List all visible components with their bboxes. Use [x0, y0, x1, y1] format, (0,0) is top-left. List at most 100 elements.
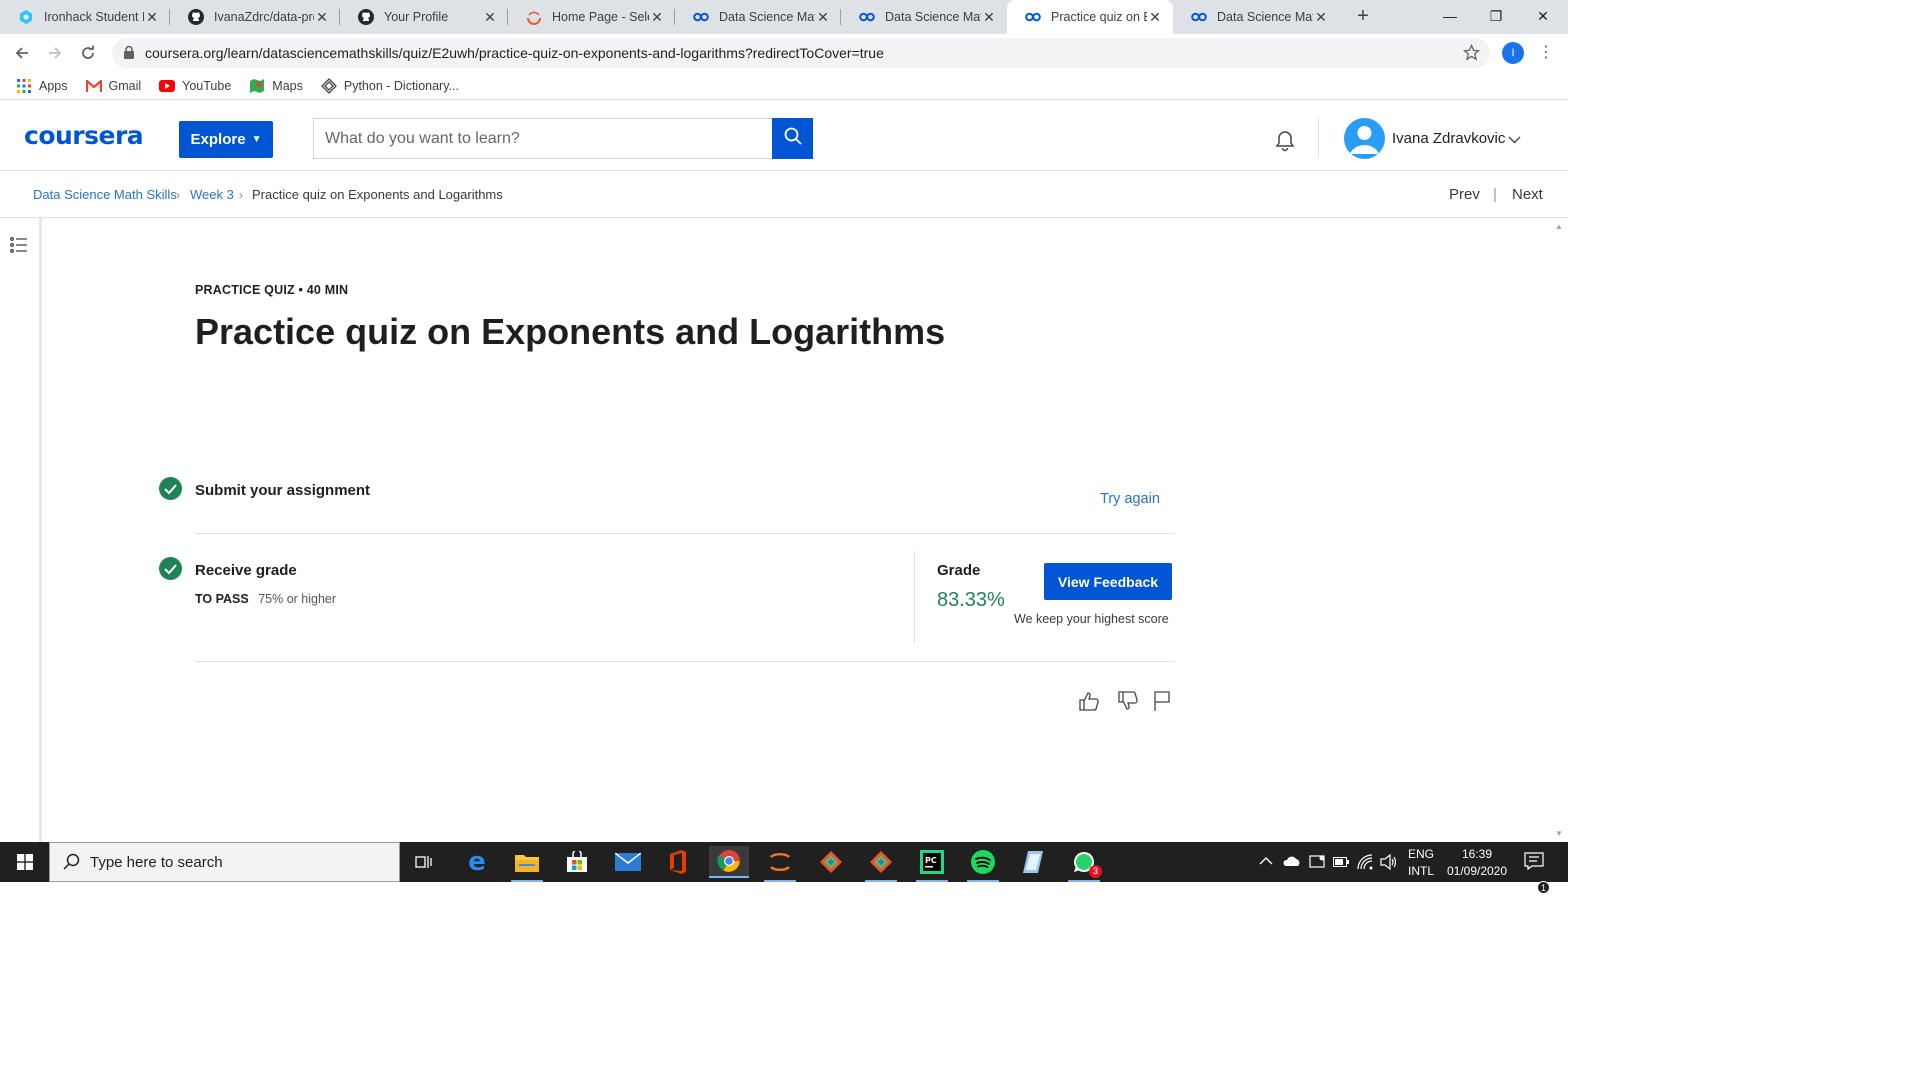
wifi-icon[interactable] [1357, 854, 1373, 894]
bookmark-maps[interactable]: Maps [249, 78, 303, 94]
browser-toolbar: coursera.org/learn/datasciencemathskills… [0, 34, 1568, 72]
language-line2: INTL [1408, 864, 1435, 878]
whatsapp-icon[interactable]: 3 [1064, 846, 1104, 882]
chevron-up-icon[interactable] [1259, 855, 1273, 895]
breadcrumb-course[interactable]: Data Science Math Skills [33, 187, 177, 202]
back-icon[interactable] [9, 40, 35, 66]
close-tab-icon[interactable]: ✕ [482, 9, 498, 26]
bookmark-gmail[interactable]: Gmail [85, 78, 141, 94]
notifications-bell-icon[interactable] [1272, 127, 1298, 158]
search-icon [784, 127, 802, 150]
close-tab-icon[interactable]: ✕ [1313, 9, 1329, 26]
browser-tab[interactable]: Ironhack Student P ✕ [0, 0, 170, 34]
close-tab-icon[interactable]: ✕ [1147, 9, 1163, 26]
search-button[interactable] [772, 118, 813, 159]
clock-date: 01/09/2020 [1446, 864, 1508, 878]
clock[interactable]: 16:39 01/09/2020 [1444, 846, 1510, 886]
to-pass-label: TO PASS [195, 592, 249, 606]
edge-icon[interactable]: e [457, 846, 497, 878]
browser-tab[interactable]: Home Page - Selen ✕ [508, 0, 675, 34]
mail-icon[interactable] [608, 846, 648, 878]
new-tab-button[interactable]: + [1352, 5, 1374, 27]
bookmark-youtube[interactable]: YouTube [159, 78, 231, 94]
battery-icon[interactable] [1333, 856, 1349, 896]
close-tab-icon[interactable]: ✕ [815, 9, 831, 26]
action-center-icon[interactable]: 1 [1524, 851, 1550, 894]
browser-tab[interactable]: Data Science Math ✕ [841, 0, 1007, 34]
windows-start-icon[interactable] [0, 842, 49, 882]
browser-tab-active[interactable]: Practice quiz on Ex ✕ [1007, 0, 1173, 34]
volume-icon[interactable] [1380, 853, 1398, 894]
notepad-icon[interactable] [1013, 846, 1053, 878]
search-icon [63, 853, 81, 876]
url-text: coursera.org/learn/datasciencemathskills… [145, 45, 884, 61]
bookmark-apps[interactable]: Apps [16, 78, 68, 94]
browser-tab[interactable]: Your Profile ✕ [340, 0, 508, 34]
user-name[interactable]: Ivana Zdravkovic [1392, 130, 1505, 147]
minimize-icon[interactable]: — [1427, 0, 1473, 34]
maps-icon [249, 78, 265, 94]
restore-icon[interactable]: ❐ [1473, 0, 1519, 34]
page-title: Practice quiz on Exponents and Logarithm… [195, 311, 946, 352]
spotify-icon[interactable] [963, 846, 1003, 882]
taskbar-search-input[interactable]: Type here to search [49, 842, 400, 882]
jupyter-icon[interactable] [760, 846, 800, 882]
file-explorer-icon[interactable] [507, 846, 547, 882]
course-outline-menu-icon[interactable] [10, 236, 28, 259]
prev-link[interactable]: Prev [1449, 186, 1480, 203]
page-scrollbar[interactable]: ▲ ▼ [1551, 218, 1568, 842]
tab-title: Home Page - Selen [552, 10, 649, 24]
task-view-icon[interactable] [404, 846, 444, 878]
tab-title: Practice quiz on Ex [1051, 10, 1147, 24]
office-icon[interactable] [658, 846, 698, 878]
close-tab-icon[interactable]: ✕ [649, 9, 665, 26]
pycharm-icon[interactable]: PC [912, 846, 952, 882]
close-tab-icon[interactable]: ✕ [144, 9, 160, 26]
thumbs-down-icon[interactable] [1117, 690, 1139, 717]
github-icon [188, 9, 204, 25]
search-input[interactable]: What do you want to learn? [313, 118, 773, 159]
bookmark-label: YouTube [182, 78, 232, 93]
close-window-icon[interactable]: ✕ [1520, 0, 1566, 34]
view-feedback-button[interactable]: View Feedback [1044, 563, 1172, 600]
browser-tab[interactable]: IvanaZdrc/data-pro ✕ [170, 0, 340, 34]
bookmark-star-icon[interactable] [1462, 43, 1481, 66]
explore-button[interactable]: Explore ▼ [179, 121, 273, 158]
next-link[interactable]: Next [1512, 186, 1543, 203]
browser-tab[interactable]: Data Science Math ✕ [675, 0, 841, 34]
forward-icon[interactable] [42, 40, 68, 66]
browser-tab[interactable]: Data Science Math ✕ [1173, 0, 1339, 34]
flag-icon[interactable] [1153, 690, 1171, 717]
thumbs-up-icon[interactable] [1078, 690, 1100, 717]
submit-step-title: Submit your assignment [195, 482, 371, 499]
git-icon[interactable] [861, 846, 901, 882]
browser-menu-icon[interactable]: ⋮ [1538, 42, 1554, 64]
coursera-logo[interactable]: coursera [24, 121, 144, 150]
microsoft-store-icon[interactable] [557, 846, 597, 878]
address-bar[interactable]: coursera.org/learn/datasciencemathskills… [112, 38, 1490, 68]
reload-icon[interactable] [75, 40, 101, 66]
onedrive-icon[interactable] [1283, 855, 1301, 895]
receive-grade-title: Receive grade [195, 562, 297, 579]
explore-label: Explore [190, 131, 246, 148]
language-indicator[interactable]: ENG INTL [1408, 846, 1434, 886]
chevron-down-icon[interactable] [1508, 131, 1521, 149]
network-device-icon[interactable] [1309, 854, 1327, 894]
highest-score-note: We keep your highest score [1014, 612, 1169, 626]
bookmark-python-dictionary[interactable]: Python - Dictionary... [320, 77, 459, 94]
clock-time: 16:39 [1461, 847, 1493, 861]
try-again-link[interactable]: Try again [1100, 491, 1160, 507]
quiz-kicker: PRACTICE QUIZ • 40 MIN [195, 283, 349, 297]
chrome-icon[interactable] [709, 846, 749, 878]
scroll-up-icon[interactable]: ▲ [1555, 222, 1563, 231]
user-avatar[interactable] [1344, 118, 1385, 159]
breadcrumb-week[interactable]: Week 3 [190, 187, 234, 202]
selenium-icon [526, 9, 542, 25]
browser-profile-avatar[interactable]: I [1502, 42, 1524, 64]
close-tab-icon[interactable]: ✕ [981, 9, 997, 26]
scroll-down-icon[interactable]: ▼ [1555, 829, 1563, 838]
git-gui-icon[interactable] [811, 846, 851, 878]
bookmark-label: Apps [39, 78, 68, 93]
close-tab-icon[interactable]: ✕ [314, 9, 330, 26]
gmail-icon [85, 78, 102, 94]
